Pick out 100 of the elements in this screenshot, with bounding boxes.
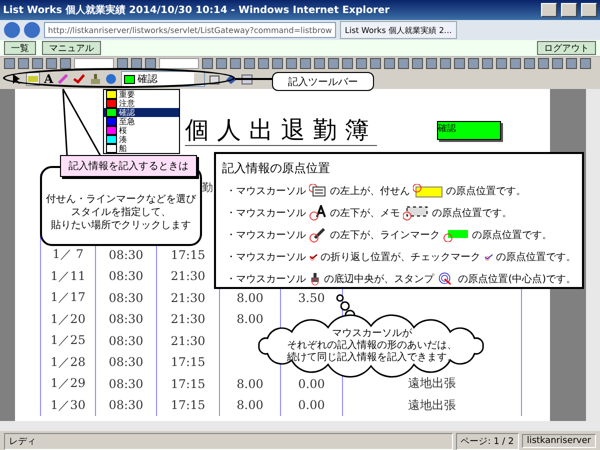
globe-icon[interactable] [105, 73, 118, 85]
toolbar-icon[interactable] [117, 58, 128, 68]
minimize-button[interactable] [541, 3, 557, 17]
table-cell: 1／ 7 [52, 247, 84, 262]
toolbar-icon[interactable] [145, 58, 156, 68]
browser-tab[interactable]: List Works 個人就業実績 2... [340, 21, 457, 39]
confirm-stamp: 確認 [437, 121, 501, 140]
address-field[interactable]: http://listkanriserver/listworks/servlet/ListGateway?command=listbrow [44, 22, 336, 38]
callout-text: 貼りたい場所でクリックします [50, 218, 192, 232]
table-cell: 08:30 [108, 398, 144, 412]
logout-button[interactable]: ログアウト [537, 41, 596, 55]
table-cell: 08:30 [108, 376, 144, 391]
table-cell: 08:30 [108, 248, 144, 262]
stamp-cursor-icon [309, 270, 322, 288]
table-cell: 08:30 [108, 269, 144, 284]
info-text: ・マウスカーソル [226, 229, 306, 242]
table-cell: 0.00 [298, 376, 325, 391]
style-option[interactable]: 重要 [104, 90, 179, 99]
pen-icon[interactable] [57, 73, 70, 85]
info-text: の折り返し位置が、チェックマーク [320, 250, 481, 264]
text-tool[interactable]: A [44, 72, 54, 86]
style-option[interactable]: 確認 [104, 108, 179, 117]
status-text: レディ [4, 432, 453, 450]
pen-cursor-icon [309, 227, 327, 243]
table-cell: 8.00 [236, 290, 264, 305]
style-option[interactable]: 注意 [104, 99, 179, 108]
table-cell: 1／25 [50, 333, 86, 348]
toolbar-icon[interactable] [131, 58, 142, 68]
table-cell: 8.00 [236, 398, 264, 412]
table-cell: 8.00 [236, 376, 264, 391]
pointer-icon[interactable] [10, 73, 22, 85]
table-cell: 08:30 [108, 355, 144, 370]
toolbar-field[interactable] [159, 58, 199, 68]
info-text: ・マウスカーソル [226, 207, 306, 220]
table-cell: 21:30 [170, 269, 206, 284]
bubble-text: マウスカーソルが [332, 328, 412, 339]
style-option[interactable]: 至急 [104, 117, 179, 126]
toolbar-callout: 記入ツールバー [272, 72, 374, 91]
vertical-scrollbar[interactable] [586, 89, 600, 421]
memo-frame-sample [403, 205, 429, 221]
sticky-cursor-icon [309, 184, 327, 198]
info-text: の左下が、メモ [330, 207, 400, 220]
info-text: の原点位置です。 [472, 228, 552, 242]
back-button[interactable] [4, 22, 20, 38]
window-title: List Works 個人就業実績 2014/10/30 10:14 - Windows Internet Explorer [3, 3, 390, 17]
info-text: の底辺中央が、スタンプ [324, 272, 434, 286]
style-option[interactable]: 桜 [104, 126, 179, 135]
table-cell: 1／29 [50, 376, 86, 390]
table-header: 勤 [202, 180, 213, 195]
info-text: ・マウスカーソル [226, 185, 306, 198]
app-button[interactable]: 一覧 [4, 41, 36, 55]
callout-text: 付せん・ラインマークなどを選び [46, 192, 196, 206]
leader-line [235, 78, 272, 80]
callout-text: スタイルを指定して、 [70, 206, 172, 218]
forward-button[interactable] [24, 22, 40, 38]
toolbar-field[interactable] [74, 58, 114, 68]
info-text: ・マウスカーソル [226, 273, 306, 286]
info-text: の原点位置(中心点)です。 [458, 272, 576, 286]
info-text: の左下が、ラインマーク [330, 229, 440, 242]
line-mark-sample [443, 228, 469, 242]
table-cell: 17:15 [170, 398, 206, 412]
style-option[interactable]: 船 [104, 144, 179, 153]
document-title: 個人出退勤簿 [185, 115, 377, 146]
style-dropdown[interactable]: 確認 [121, 71, 206, 87]
style-option[interactable]: 湊 [104, 135, 179, 144]
table-cell: 21:30 [170, 334, 206, 348]
close-button[interactable] [581, 3, 597, 17]
info-text: の原点位置です。 [432, 206, 512, 220]
table-cell: 0.00 [298, 398, 325, 412]
server-name: listkanriserver [522, 434, 596, 448]
table-cell: 08:30 [108, 334, 144, 348]
table-cell: 遠地出張 [408, 398, 456, 412]
sticky-note-sample [413, 184, 443, 198]
table-cell: 17:15 [170, 355, 206, 370]
table-cell: 1／20 [50, 312, 86, 326]
table-cell: 3.50 [298, 290, 325, 305]
check-icon[interactable] [73, 73, 86, 85]
info-text: の原点位置です。 [496, 250, 576, 264]
table-cell: 1／30 [50, 398, 86, 412]
table-cell: 遠地出張 [408, 376, 456, 390]
info-text: の左上が、付せん [330, 184, 410, 198]
table-cell: 1／11 [50, 268, 86, 283]
table-cell: 17:15 [170, 248, 206, 262]
info-title: 記入情報の原点位置 [222, 160, 331, 177]
table-cell: 21:30 [170, 312, 206, 326]
maximize-button[interactable] [561, 3, 577, 17]
table-cell: 8.00 [236, 312, 264, 326]
letter-cursor-icon [309, 205, 327, 221]
horizontal-scrollbar[interactable] [0, 421, 600, 431]
table-cell: 17:15 [170, 376, 206, 391]
info-text: の原点位置です。 [446, 184, 526, 198]
stamp-icon[interactable] [89, 73, 102, 85]
bubble-text: それぞれの記入情報の形のあいだは、 [287, 340, 457, 351]
app-button[interactable]: マニュアル [42, 41, 101, 55]
table-cell: 08:30 [108, 290, 144, 305]
table-cell: 08:30 [108, 312, 144, 326]
table-cell: 1／17 [50, 290, 86, 304]
page-indicator: ページ: 1 / 2 [456, 432, 519, 450]
table-cell: 1／28 [50, 354, 86, 369]
table-cell: 21:30 [170, 290, 206, 305]
